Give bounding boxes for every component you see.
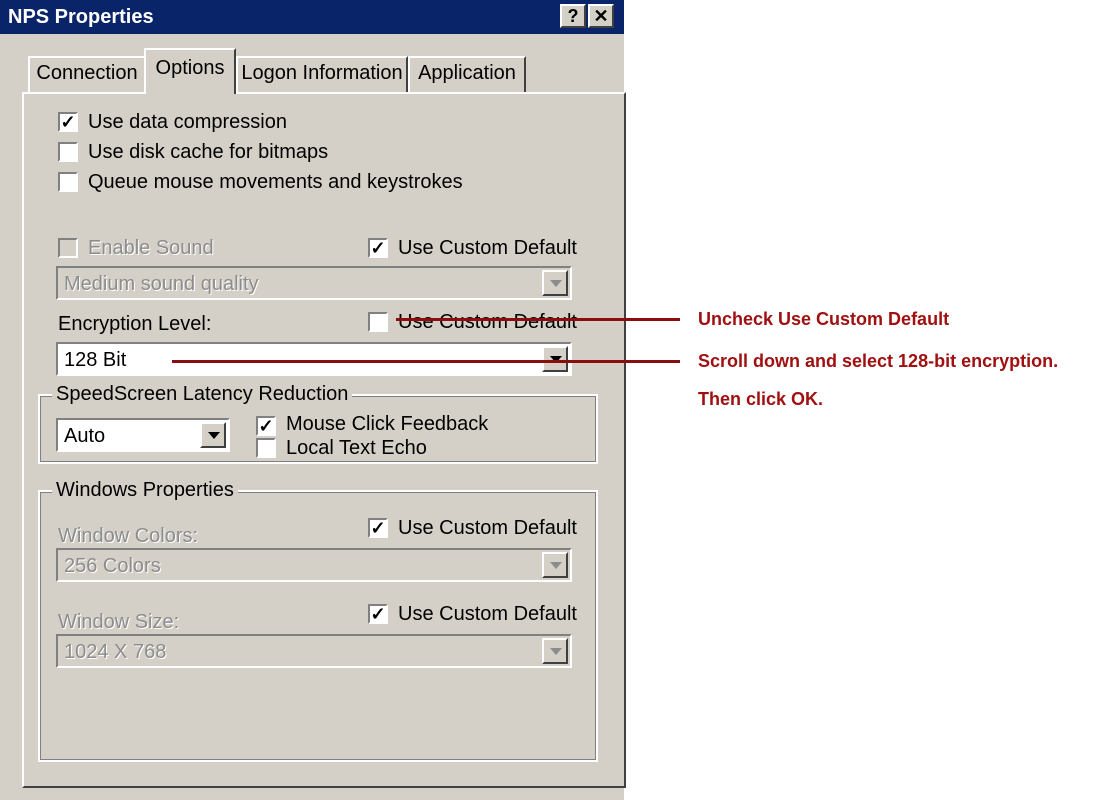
mouse-click-feedback-checkbox[interactable]: ✓	[256, 416, 276, 436]
chevron-down-icon	[542, 638, 568, 664]
disk-cache-checkbox[interactable]	[58, 142, 78, 162]
encryption-custom-default-checkbox[interactable]	[368, 312, 388, 332]
data-compression-label: Use data compression	[88, 111, 287, 133]
mouse-click-feedback-label: Mouse Click Feedback	[286, 413, 489, 435]
window-colors-select: 256 Colors	[56, 548, 572, 582]
data-compression-checkbox[interactable]: ✓	[58, 112, 78, 132]
size-custom-default-label: Use Custom Default	[398, 603, 577, 625]
chevron-down-icon	[542, 552, 568, 578]
properties-dialog: NPS Properties ? ✕ Connection Options Lo…	[0, 0, 626, 800]
encryption-level-select[interactable]: 128 Bit	[56, 342, 572, 376]
title-bar: NPS Properties ? ✕	[0, 0, 624, 34]
queue-mouse-checkbox[interactable]	[58, 172, 78, 192]
speedscreen-mode-value: Auto	[64, 425, 106, 447]
sound-custom-default-checkbox[interactable]: ✓	[368, 238, 388, 258]
local-text-echo-checkbox[interactable]	[256, 438, 276, 458]
encryption-custom-default-label: Use Custom Default	[398, 311, 577, 333]
callout-line-encryption	[172, 360, 680, 363]
colors-custom-default-checkbox[interactable]: ✓	[368, 518, 388, 538]
queue-mouse-label: Queue mouse movements and keystrokes	[88, 171, 463, 193]
tab-application[interactable]: Application	[408, 56, 526, 92]
encryption-level-label: Encryption Level:	[58, 313, 212, 335]
window-size-value: 1024 X 768	[64, 641, 167, 663]
chevron-down-icon[interactable]	[200, 422, 226, 448]
enable-sound-label: Enable Sound	[88, 237, 214, 259]
annotation-click-ok: Then click OK.	[698, 389, 824, 409]
tab-connection[interactable]: Connection	[28, 56, 146, 92]
speedscreen-mode-select[interactable]: Auto	[56, 418, 230, 452]
window-colors-label: Window Colors:	[58, 525, 199, 547]
annotation-select-encryption: Scroll down and select 128-bit encryptio…	[698, 351, 1059, 371]
callout-line-uncheck	[396, 318, 680, 321]
sound-custom-default-label: Use Custom Default	[398, 237, 577, 259]
close-button[interactable]: ✕	[588, 4, 614, 28]
sound-quality-value: Medium sound quality	[64, 273, 259, 295]
dialog-title: NPS Properties	[8, 6, 154, 28]
speedscreen-group-label: SpeedScreen Latency Reduction	[52, 382, 353, 406]
size-custom-default-checkbox[interactable]: ✓	[368, 604, 388, 624]
local-text-echo-label: Local Text Echo	[286, 437, 427, 459]
window-size-select: 1024 X 768	[56, 634, 572, 668]
disk-cache-label: Use disk cache for bitmaps	[88, 141, 329, 163]
help-button[interactable]: ?	[560, 4, 586, 28]
chevron-down-icon	[542, 270, 568, 296]
enable-sound-checkbox	[58, 238, 78, 258]
annotation-uncheck-default: Uncheck Use Custom Default	[698, 309, 950, 329]
tab-logon-information[interactable]: Logon Information	[236, 56, 408, 92]
encryption-level-value: 128 Bit	[64, 349, 127, 371]
colors-custom-default-label: Use Custom Default	[398, 517, 577, 539]
windows-properties-group-label: Windows Properties	[52, 478, 238, 502]
window-size-label: Window Size:	[58, 611, 180, 633]
tab-options[interactable]: Options	[144, 48, 236, 94]
sound-quality-select: Medium sound quality	[56, 266, 572, 300]
window-colors-value: 256 Colors	[64, 555, 161, 577]
chevron-down-icon[interactable]	[542, 346, 568, 372]
